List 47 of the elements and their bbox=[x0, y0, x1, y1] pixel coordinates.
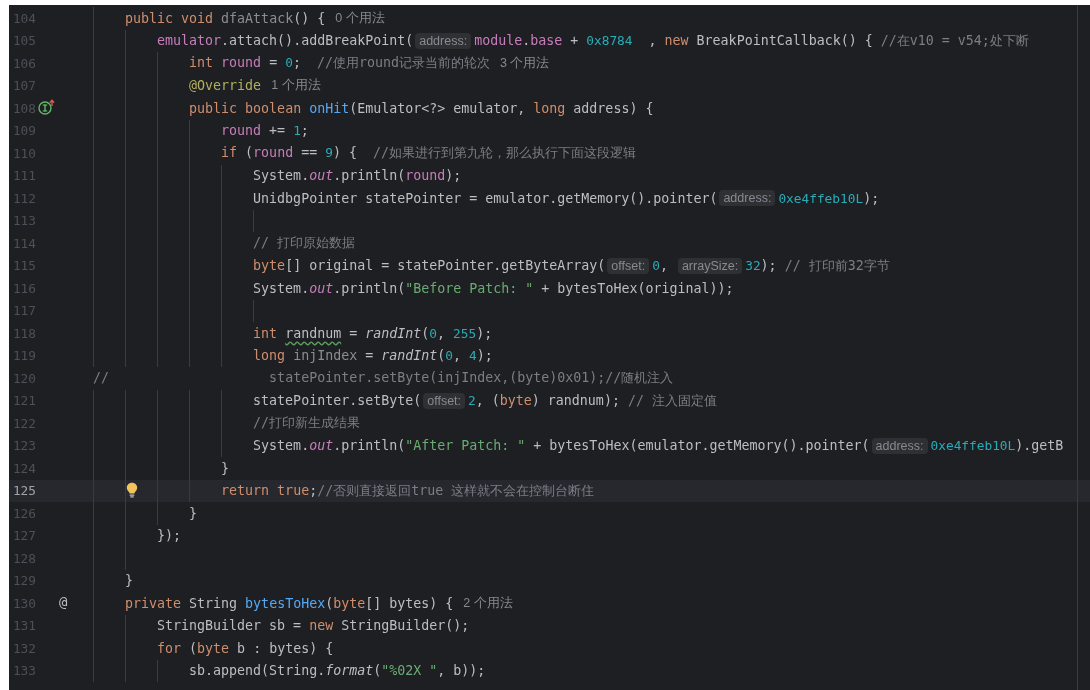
code-text: round += 1; bbox=[221, 123, 309, 139]
code-text: public void dfaAttack() { bbox=[125, 10, 326, 26]
implements-marker-icon[interactable] bbox=[38, 99, 56, 115]
code-text: 0, bbox=[652, 258, 669, 274]
code-text: if (round == 9) { //如果进行到第九轮，那么执行下面这段逻辑 bbox=[221, 144, 636, 163]
parameter-hint: address: bbox=[415, 32, 472, 49]
usage-count-hint[interactable]: 3 个用法 bbox=[499, 54, 550, 72]
code-text: System.out.println(round); bbox=[253, 168, 462, 184]
code-text: } bbox=[221, 460, 230, 476]
code-text: 2, (byte) randnum); // 注入固定值 bbox=[468, 391, 717, 410]
parameter-hint: offset: bbox=[607, 257, 650, 274]
code-comment: // statePointer.setByte(injIndex,(byte)0x01);//随机注入 bbox=[93, 369, 674, 388]
parameter-hint: address: bbox=[871, 437, 928, 454]
code-text: } bbox=[125, 573, 134, 589]
usage-count-hint[interactable]: 1 个用法 bbox=[271, 77, 321, 95]
usage-count-hint[interactable]: 2 个用法 bbox=[463, 594, 513, 612]
code-text: UnidbgPointer statePointer = emulator.getMemory().pointer( bbox=[253, 190, 718, 206]
code-text: module.base + 0x8784 , new BreakPointCallback() { //在v10 = v54;处下断 bbox=[474, 31, 1029, 50]
code-text: for (byte b : bytes) { bbox=[157, 640, 334, 656]
code-text: } bbox=[189, 505, 198, 521]
code-text: long injIndex = randInt(0, 4); bbox=[253, 348, 493, 364]
lightbulb-icon[interactable] bbox=[126, 481, 138, 498]
code-text: @Override bbox=[189, 78, 262, 94]
code-text: return true;//否则直接返回true 这样就不会在控制台断住 bbox=[221, 481, 595, 500]
code-text: 32); // 打印前32字节 bbox=[745, 256, 890, 275]
code-text: StringBuilder sb = new StringBuilder(); bbox=[157, 618, 470, 634]
code-text: int randnum = randInt(0, 255); bbox=[253, 325, 493, 341]
parameter-hint: address: bbox=[719, 190, 776, 207]
usage-count-hint[interactable]: 0 个用法 bbox=[335, 9, 385, 27]
code-comment: // 打印原始数据 bbox=[253, 234, 356, 253]
gutter-symbol[interactable]: @ bbox=[59, 594, 68, 610]
code-text: byte[] original = statePointer.getByteArray( bbox=[253, 258, 606, 274]
code-text: public boolean onHit(Emulator<?> emulator, long address) { bbox=[189, 100, 654, 116]
code-text: statePointer.setByte( bbox=[253, 393, 422, 409]
parameter-hint: arraySize: bbox=[677, 257, 743, 274]
code-text: }); bbox=[157, 528, 182, 544]
code-text: sb.append(String.format("%02X ", b)); bbox=[189, 663, 486, 679]
code-text: System.out.println("After Patch: " + bytesToHex(emulator.getMemory().pointer( bbox=[253, 438, 870, 454]
code-text: 0xe4ffeb10L).getB bbox=[930, 438, 1064, 454]
code-text: private String bytesToHex(byte[] bytes) { bbox=[125, 595, 454, 611]
code-text: System.out.println("Before Patch: " + bytesToHex(original)); bbox=[253, 280, 734, 296]
parameter-hint: offset: bbox=[423, 392, 466, 409]
code-text: 0xe4ffeb10L); bbox=[778, 190, 880, 206]
code-text: int round = 0; //使用round记录当前的轮次 bbox=[189, 54, 490, 73]
code-text: emulator.attach().addBreakPoint( bbox=[157, 33, 414, 49]
line-number: 125 bbox=[11, 483, 36, 499]
code-comment: //打印新生成结果 bbox=[253, 414, 361, 433]
